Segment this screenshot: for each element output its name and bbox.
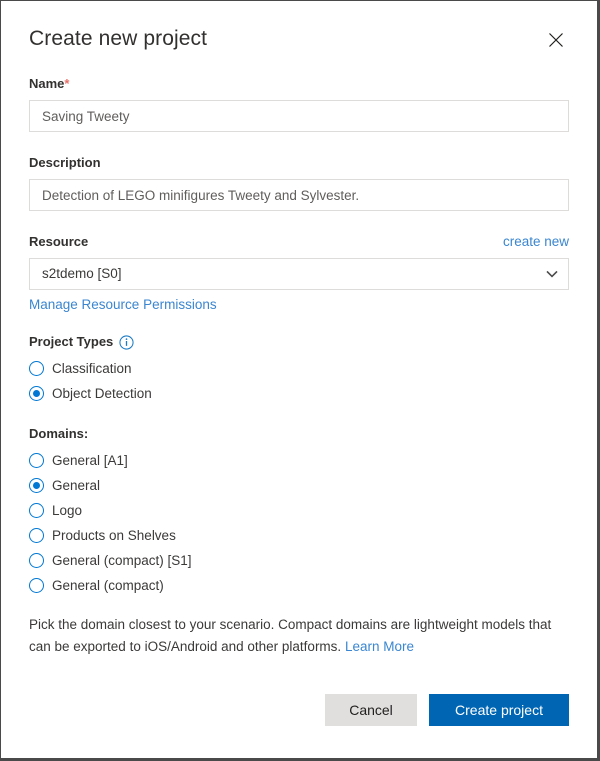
radio-label: General [A1] bbox=[52, 452, 128, 468]
resource-label: Resource bbox=[29, 234, 89, 249]
manage-resource-permissions-link[interactable]: Manage Resource Permissions bbox=[29, 296, 217, 314]
description-input[interactable] bbox=[29, 179, 569, 211]
description-field-group: Description bbox=[29, 154, 569, 211]
description-label: Description bbox=[29, 155, 101, 170]
domains-section: Domains: General [A1] General Logo Produ… bbox=[29, 425, 569, 598]
name-input[interactable] bbox=[29, 100, 569, 132]
radio-indicator[interactable] bbox=[29, 386, 44, 401]
required-asterisk: * bbox=[64, 76, 70, 91]
radio-label: General (compact) bbox=[52, 577, 164, 593]
domains-heading: Domains: bbox=[29, 425, 569, 443]
radio-label: General bbox=[52, 477, 101, 493]
name-label-row: Name* bbox=[29, 75, 569, 93]
resource-field-group: Resource create new s2tdemo [S0] Manage … bbox=[29, 233, 569, 314]
name-label: Name* bbox=[29, 76, 70, 91]
resource-select-wrap: s2tdemo [S0] bbox=[29, 258, 569, 290]
close-icon[interactable] bbox=[543, 27, 569, 53]
info-icon[interactable] bbox=[119, 334, 134, 350]
domains-heading-label: Domains: bbox=[29, 426, 89, 441]
radio-indicator[interactable] bbox=[29, 528, 44, 543]
radio-domain-products-on-shelves[interactable]: Products on Shelves bbox=[29, 523, 569, 548]
radio-indicator[interactable] bbox=[29, 453, 44, 468]
name-field-group: Name* bbox=[29, 75, 569, 132]
project-types-heading: Project Types bbox=[29, 333, 569, 351]
description-label-row: Description bbox=[29, 154, 569, 172]
radio-label: Products on Shelves bbox=[52, 527, 176, 543]
radio-domain-general[interactable]: General bbox=[29, 473, 569, 498]
create-project-button[interactable]: Create project bbox=[429, 694, 569, 726]
learn-more-link[interactable]: Learn More bbox=[345, 639, 414, 654]
radio-domain-general-compact[interactable]: General (compact) bbox=[29, 573, 569, 598]
radio-indicator[interactable] bbox=[29, 361, 44, 376]
project-types-section: Project Types Classification Object Dete… bbox=[29, 333, 569, 406]
radio-indicator[interactable] bbox=[29, 503, 44, 518]
radio-label: Object Detection bbox=[52, 385, 152, 401]
resource-label-row: Resource create new bbox=[29, 233, 569, 251]
create-new-project-dialog: Create new project Name* Description bbox=[0, 0, 600, 761]
radio-label: Logo bbox=[52, 502, 83, 518]
radio-project-type-object-detection[interactable]: Object Detection bbox=[29, 381, 569, 406]
domain-help-text-body: Pick the domain closest to your scenario… bbox=[29, 617, 552, 654]
create-new-resource-link[interactable]: create new bbox=[503, 233, 569, 251]
radio-project-type-classification[interactable]: Classification bbox=[29, 356, 569, 381]
radio-domain-general-compact-s1[interactable]: General (compact) [S1] bbox=[29, 548, 569, 573]
cancel-button[interactable]: Cancel bbox=[325, 694, 417, 726]
radio-indicator[interactable] bbox=[29, 478, 44, 493]
page-title: Create new project bbox=[29, 27, 208, 50]
radio-indicator[interactable] bbox=[29, 553, 44, 568]
project-types-heading-label: Project Types bbox=[29, 334, 114, 349]
dialog-footer: Cancel Create project bbox=[1, 694, 597, 758]
radio-domain-general-a1[interactable]: General [A1] bbox=[29, 448, 569, 473]
close-icon-glyph bbox=[549, 33, 563, 47]
radio-label: General (compact) [S1] bbox=[52, 552, 192, 568]
domain-help-text: Pick the domain closest to your scenario… bbox=[29, 614, 569, 658]
dialog-body: Name* Description Resource create new s2… bbox=[1, 53, 597, 694]
resource-select[interactable]: s2tdemo [S0] bbox=[29, 258, 569, 290]
radio-domain-logo[interactable]: Logo bbox=[29, 498, 569, 523]
dialog-header: Create new project bbox=[1, 1, 597, 53]
radio-label: Classification bbox=[52, 360, 132, 376]
radio-indicator[interactable] bbox=[29, 578, 44, 593]
